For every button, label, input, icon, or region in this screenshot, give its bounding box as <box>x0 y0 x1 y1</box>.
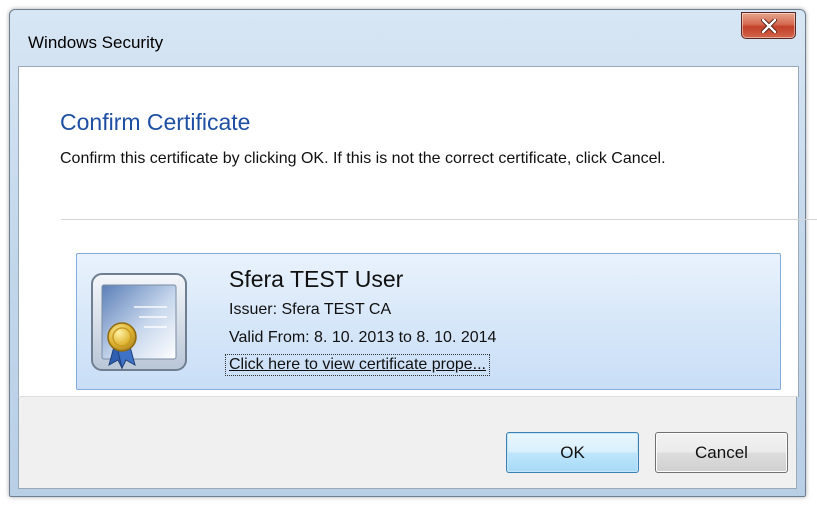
certificate-validity: Valid From: 8. 10. 2013 to 8. 10. 2014 <box>229 329 497 346</box>
ok-button[interactable]: OK <box>506 432 639 473</box>
separator <box>61 219 817 220</box>
button-bar: OK Cancel <box>18 396 797 489</box>
dialog-content: Confirm Certificate Confirm this certifi… <box>18 66 817 397</box>
windows-security-dialog: Windows Security Confirm Certificate Con… <box>9 9 817 497</box>
cancel-button[interactable]: Cancel <box>655 432 788 473</box>
window-title: Windows Security <box>28 33 164 52</box>
certificate-icon <box>91 273 187 371</box>
close-button[interactable] <box>741 12 796 39</box>
dialog-heading: Confirm Certificate <box>60 109 251 135</box>
view-certificate-properties-link[interactable]: Click here to view certificate prope... <box>225 354 490 376</box>
close-icon <box>760 18 777 33</box>
certificate-issuer: Issuer: Sfera TEST CA <box>229 301 392 318</box>
certificate-tile[interactable]: Sfera TEST User Issuer: Sfera TEST CA Va… <box>76 253 781 390</box>
certificate-name: Sfera TEST User <box>229 266 404 292</box>
dialog-description: Confirm this certificate by clicking OK.… <box>60 150 666 167</box>
title-bar[interactable]: Windows Security <box>10 10 805 70</box>
